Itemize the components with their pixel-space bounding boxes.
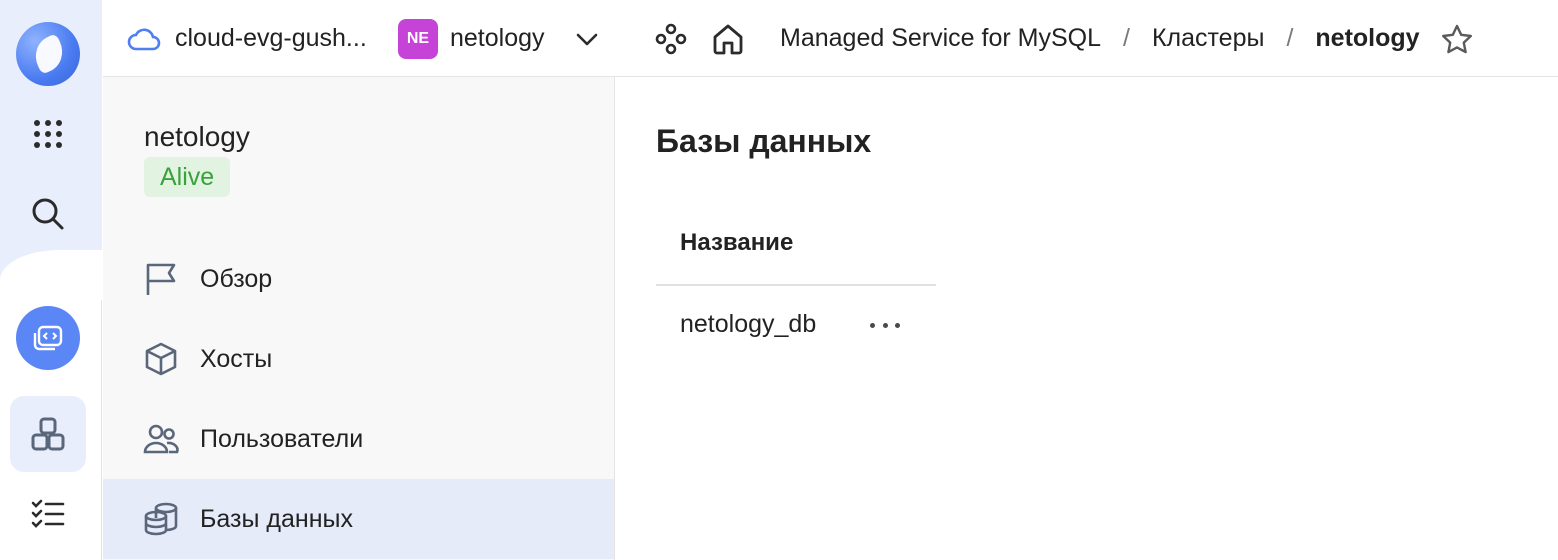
folder-name: netology bbox=[450, 24, 545, 52]
status-badge: Alive bbox=[144, 157, 231, 197]
home-icon[interactable] bbox=[711, 0, 745, 77]
star-icon[interactable] bbox=[1440, 23, 1474, 55]
sidebar-item-overview[interactable]: Обзор bbox=[103, 239, 614, 319]
breadcrumb: Managed Service for MySQL / Кластеры / n… bbox=[780, 0, 1474, 77]
apps-grid-icon[interactable] bbox=[23, 109, 73, 159]
cluster-title: netology bbox=[144, 121, 250, 152]
cluster-sidebar: netology Alive Обзор Хосты Пользователи bbox=[103, 77, 615, 560]
cube-icon bbox=[143, 341, 179, 377]
checklist-icon[interactable] bbox=[23, 489, 73, 539]
database-icon bbox=[143, 501, 179, 537]
chevron-down-icon[interactable] bbox=[575, 31, 599, 47]
breadcrumb-service-link[interactable]: Managed Service for MySQL bbox=[780, 24, 1101, 53]
code-service-icon[interactable] bbox=[16, 306, 80, 370]
org-badge: NE bbox=[398, 18, 438, 59]
cloud-selector[interactable]: cloud-evg-gush... bbox=[127, 0, 367, 77]
sidebar-item-label: Обзор bbox=[200, 264, 273, 293]
breadcrumb-separator: / bbox=[1286, 24, 1294, 52]
users-icon bbox=[143, 421, 179, 457]
more-actions-icon[interactable] bbox=[870, 315, 900, 335]
top-header: cloud-evg-gush... NE netology Managed Se… bbox=[103, 0, 1558, 77]
breadcrumb-clusters-link[interactable]: Кластеры bbox=[1152, 24, 1265, 53]
sidebar-item-hosts[interactable]: Хосты bbox=[103, 319, 614, 399]
breadcrumb-current: netology bbox=[1315, 24, 1420, 52]
search-icon[interactable] bbox=[23, 189, 73, 239]
left-rail bbox=[0, 0, 102, 560]
cloud-name: cloud-evg-gush... bbox=[175, 24, 367, 52]
sidebar-item-label: Хосты bbox=[200, 344, 273, 373]
main-content: Базы данных Название netology_db bbox=[616, 77, 1558, 560]
table-divider bbox=[656, 284, 936, 286]
breadcrumb-separator: / bbox=[1122, 24, 1130, 52]
sidebar-item-label: Пользователи bbox=[200, 424, 364, 453]
cloud-logo-icon[interactable] bbox=[16, 22, 80, 86]
database-name-cell[interactable]: netology_db bbox=[680, 310, 816, 339]
page-title: Базы данных bbox=[656, 123, 872, 159]
column-header-name: Название bbox=[680, 229, 794, 256]
services-icon[interactable] bbox=[23, 409, 73, 459]
folder-selector[interactable]: NE netology bbox=[398, 0, 599, 77]
sidebar-item-label: Базы данных bbox=[200, 504, 353, 533]
sidebar-item-users[interactable]: Пользователи bbox=[103, 399, 614, 479]
flag-icon bbox=[143, 261, 179, 297]
nodes-icon[interactable] bbox=[655, 0, 687, 77]
cloud-icon bbox=[127, 26, 161, 52]
sidebar-item-databases[interactable]: Базы данных bbox=[103, 479, 614, 559]
